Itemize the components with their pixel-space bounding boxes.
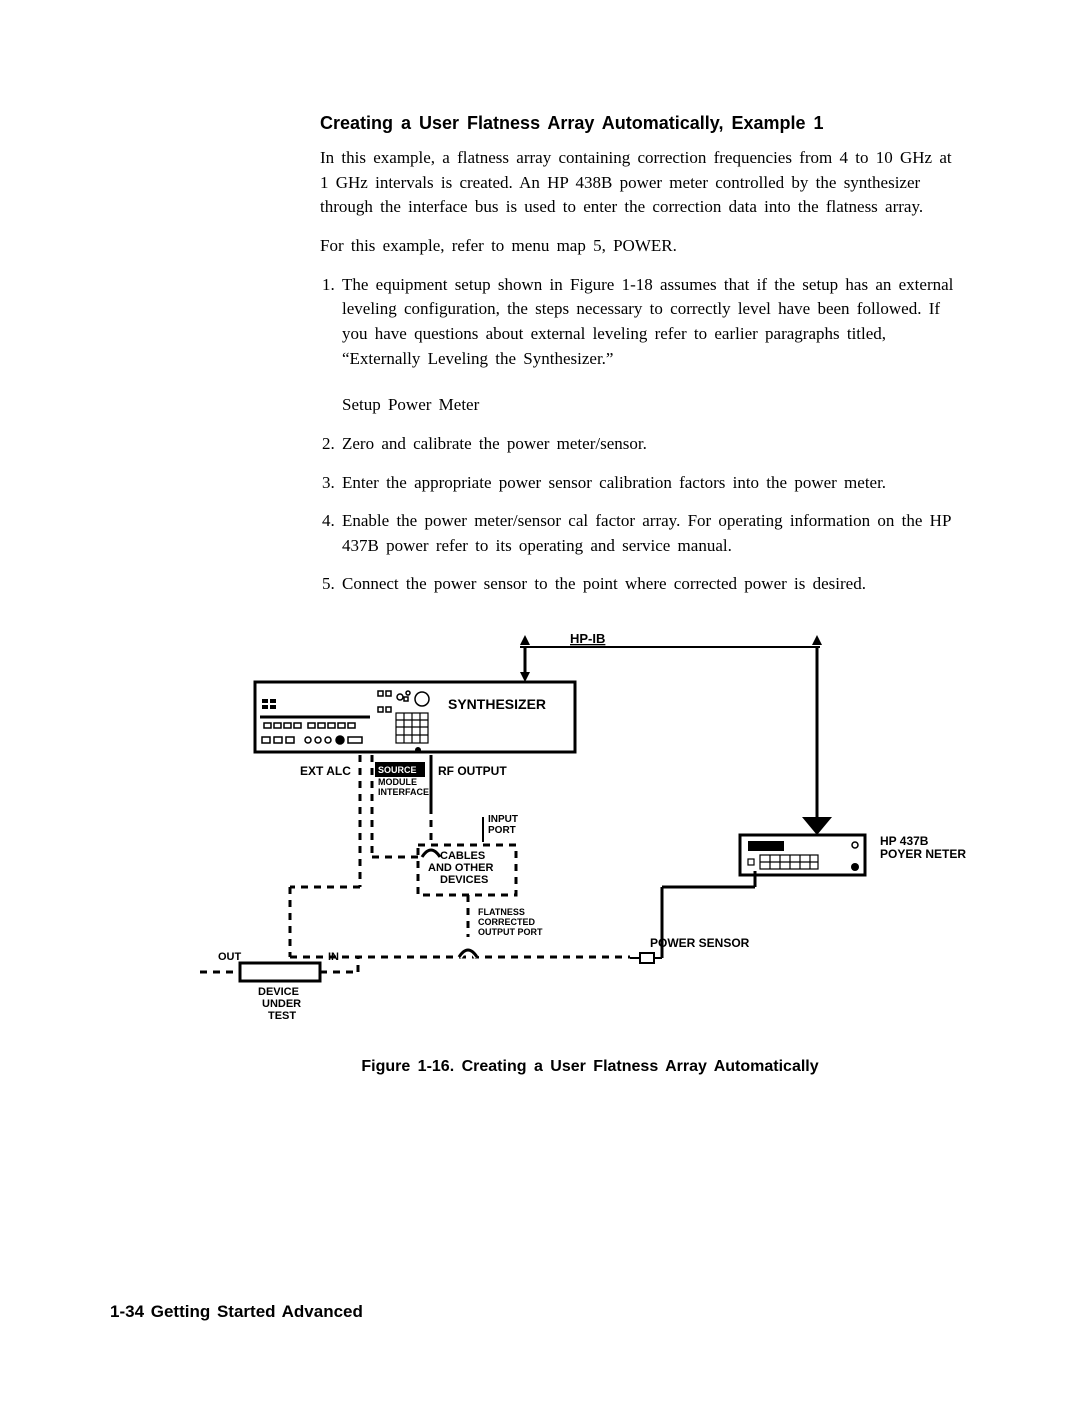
input-port-l1: INPUT [488,814,518,825]
flatness-l3: OUTPUT PORT [478,927,543,937]
input-port-l2: PORT [488,825,516,836]
flatness-l2: CORRECTED [478,917,536,927]
step-5: Connect the power sensor to the point wh… [342,572,960,597]
device-l1: DEVICE [258,986,299,998]
step-4: Enable the power meter/sensor cal factor… [342,509,960,558]
page-footer: 1-34 Getting Started Advanced [110,1300,363,1325]
power-sensor-label: POWER SENSOR [650,936,750,950]
device-l2: UNDER [262,998,301,1010]
hp437b-l2: POYER NETER [880,847,966,861]
out-label: OUT [218,951,242,963]
step-1: The equipment setup shown in Figure 1-18… [342,273,960,418]
figure-caption: Figure 1-16. Creating a User Flatness Ar… [200,1055,980,1078]
figure-block-diagram: HP-IB [200,627,980,1078]
paragraph-ref: For this example, refer to menu map 5, P… [320,234,960,259]
diagram-svg: HP-IB [200,627,980,1047]
hp-ib-label: HP-IB [570,631,605,646]
step-2: Zero and calibrate the power meter/senso… [342,432,960,457]
flatness-l1: FLATNESS [478,907,525,917]
source-module-l3: INTERFACE [378,787,429,797]
section-heading: Creating a User Flatness Array Automatic… [320,110,960,136]
synthesizer-label: SYNTHESIZER [448,696,546,712]
source-module-l2: MODULE [378,777,417,787]
rf-output-label: RF OUTPUT [438,764,507,778]
steps-list: The equipment setup shown in Figure 1-18… [320,273,960,597]
setup-power-meter-label: Setup Power Meter [342,393,960,418]
cables-l2: AND OTHER [428,862,493,874]
cables-l1: CABLES [440,850,485,862]
step-1-text: The equipment setup shown in Figure 1-18… [342,275,953,368]
cables-l3: DEVICES [440,874,488,886]
paragraph-intro: In this example, a flatness array contai… [320,146,960,220]
step-3: Enter the appropriate power sensor calib… [342,471,960,496]
source-module-l1: SOURCE [378,765,417,775]
device-l3: TEST [268,1010,296,1022]
hp437b-l1: HP 437B [880,834,929,848]
ext-alc-label: EXT ALC [300,764,351,778]
in-label: IN [328,951,339,963]
